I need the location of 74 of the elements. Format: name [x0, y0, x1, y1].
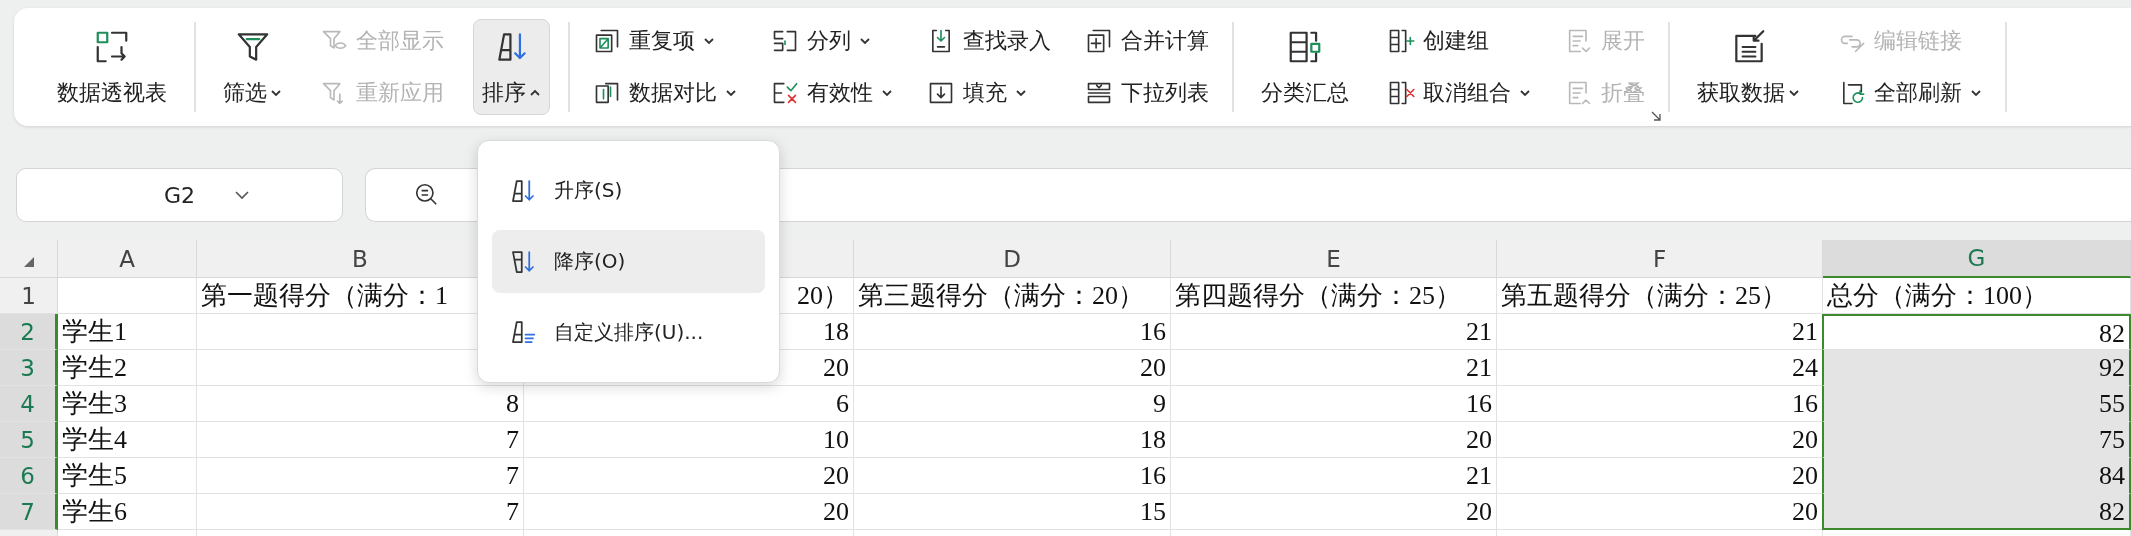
table-cell: 55	[1822, 386, 2131, 422]
table-cell: 16	[854, 458, 1171, 494]
table-cell: 20	[1171, 494, 1497, 530]
row-header[interactable]: 4	[0, 386, 58, 422]
table-cell: 10	[524, 422, 854, 458]
table-cell: 21	[1171, 314, 1497, 350]
plus-squares-icon	[1085, 27, 1113, 55]
ribbon-button[interactable]: 数据对比	[588, 73, 742, 113]
table-cell: 学生5	[58, 458, 197, 494]
table-cell: 84	[1822, 458, 2131, 494]
table-cell: 7	[197, 494, 524, 530]
table-cell: 9	[854, 386, 1171, 422]
table-cell: 16	[854, 314, 1171, 350]
table-cell: 8	[197, 386, 524, 422]
table-cell: 7	[197, 422, 524, 458]
magnifier-icon	[414, 182, 440, 208]
ribbon-button[interactable]: 下拉列表	[1080, 73, 1214, 113]
table-cell: 82	[1822, 314, 2131, 350]
name-box[interactable]: G2	[16, 168, 343, 222]
row-header[interactable]: 6	[0, 458, 58, 494]
ribbon-button[interactable]: 创建组	[1382, 21, 1536, 61]
row-header[interactable]: 5	[0, 422, 58, 458]
table-cell: 20	[1171, 422, 1497, 458]
ribbon-button[interactable]: 取消组合	[1382, 73, 1536, 113]
table-cell: 20	[524, 458, 854, 494]
ribbon-button[interactable]: 排序	[473, 19, 550, 115]
select-all-icon[interactable]	[23, 257, 34, 267]
table-cell: 6	[524, 386, 854, 422]
ribbon-button[interactable]: 查找录入	[922, 21, 1056, 61]
table-cell: 第四题得分（满分：25）	[1171, 278, 1497, 314]
ribbon-button[interactable]: 有效性	[766, 73, 898, 113]
table-cell: 学生6	[58, 494, 197, 530]
squares-icon	[593, 27, 621, 55]
menu-item[interactable]: 升序(S)	[492, 159, 765, 223]
table-cell: 75	[1822, 422, 2131, 458]
column-header[interactable]: G	[1823, 240, 2131, 278]
ribbon-button[interactable]: 筛选	[214, 19, 291, 115]
ribbon-button[interactable]: 合并计算	[1080, 21, 1214, 61]
menu-item[interactable]: 降序(O)	[492, 229, 765, 294]
dialog-launcher-icon[interactable]	[1650, 110, 1662, 122]
table-cell: 18	[854, 422, 1171, 458]
table-cell: 学生2	[58, 350, 197, 386]
table-cell: 20	[854, 350, 1171, 386]
table-cell: 16	[1171, 386, 1497, 422]
table-cell: 15	[854, 494, 1171, 530]
ribbon-button[interactable]: 分列	[766, 21, 898, 61]
ribbon-button[interactable]: 重复项	[588, 21, 742, 61]
ribbon-button[interactable]: 填充	[922, 73, 1056, 113]
table-cell: 82	[1822, 494, 2131, 530]
column-header[interactable]: E	[1171, 240, 1497, 278]
table-cell: 第三题得分（满分：20）	[854, 278, 1171, 314]
table-cell: 学生4	[58, 422, 197, 458]
table-cell: 第五题得分（满分：25）	[1497, 278, 1823, 314]
chevron-down-icon	[234, 190, 250, 200]
ribbon-button[interactable]: 数据透视表	[48, 19, 176, 115]
column-header[interactable]: F	[1497, 240, 1823, 278]
row-header[interactable]: 1	[0, 278, 58, 314]
bracket-plus-icon	[1387, 27, 1415, 55]
row-header[interactable]: 2	[0, 314, 58, 350]
ribbon-button[interactable]: 获取数据	[1688, 19, 1809, 115]
table-cell: 学生3	[58, 386, 197, 422]
table-cell: 7	[197, 458, 524, 494]
table-cell: 92	[1822, 350, 2131, 386]
table-cell: 21	[1171, 458, 1497, 494]
table-cell: 20	[524, 494, 854, 530]
bracket-cross-icon	[1387, 79, 1415, 107]
ribbon-button[interactable]: 分类汇总	[1252, 19, 1358, 115]
row-header[interactable]: 7	[0, 494, 58, 530]
row-header[interactable]: 3	[0, 350, 58, 386]
ribbon-button[interactable]: 全部刷新	[1833, 73, 1987, 113]
column-header[interactable]: A	[58, 240, 197, 278]
table-cell: 学生1	[58, 314, 197, 350]
table-cell: 21	[1171, 350, 1497, 386]
column-header[interactable]: D	[854, 240, 1171, 278]
